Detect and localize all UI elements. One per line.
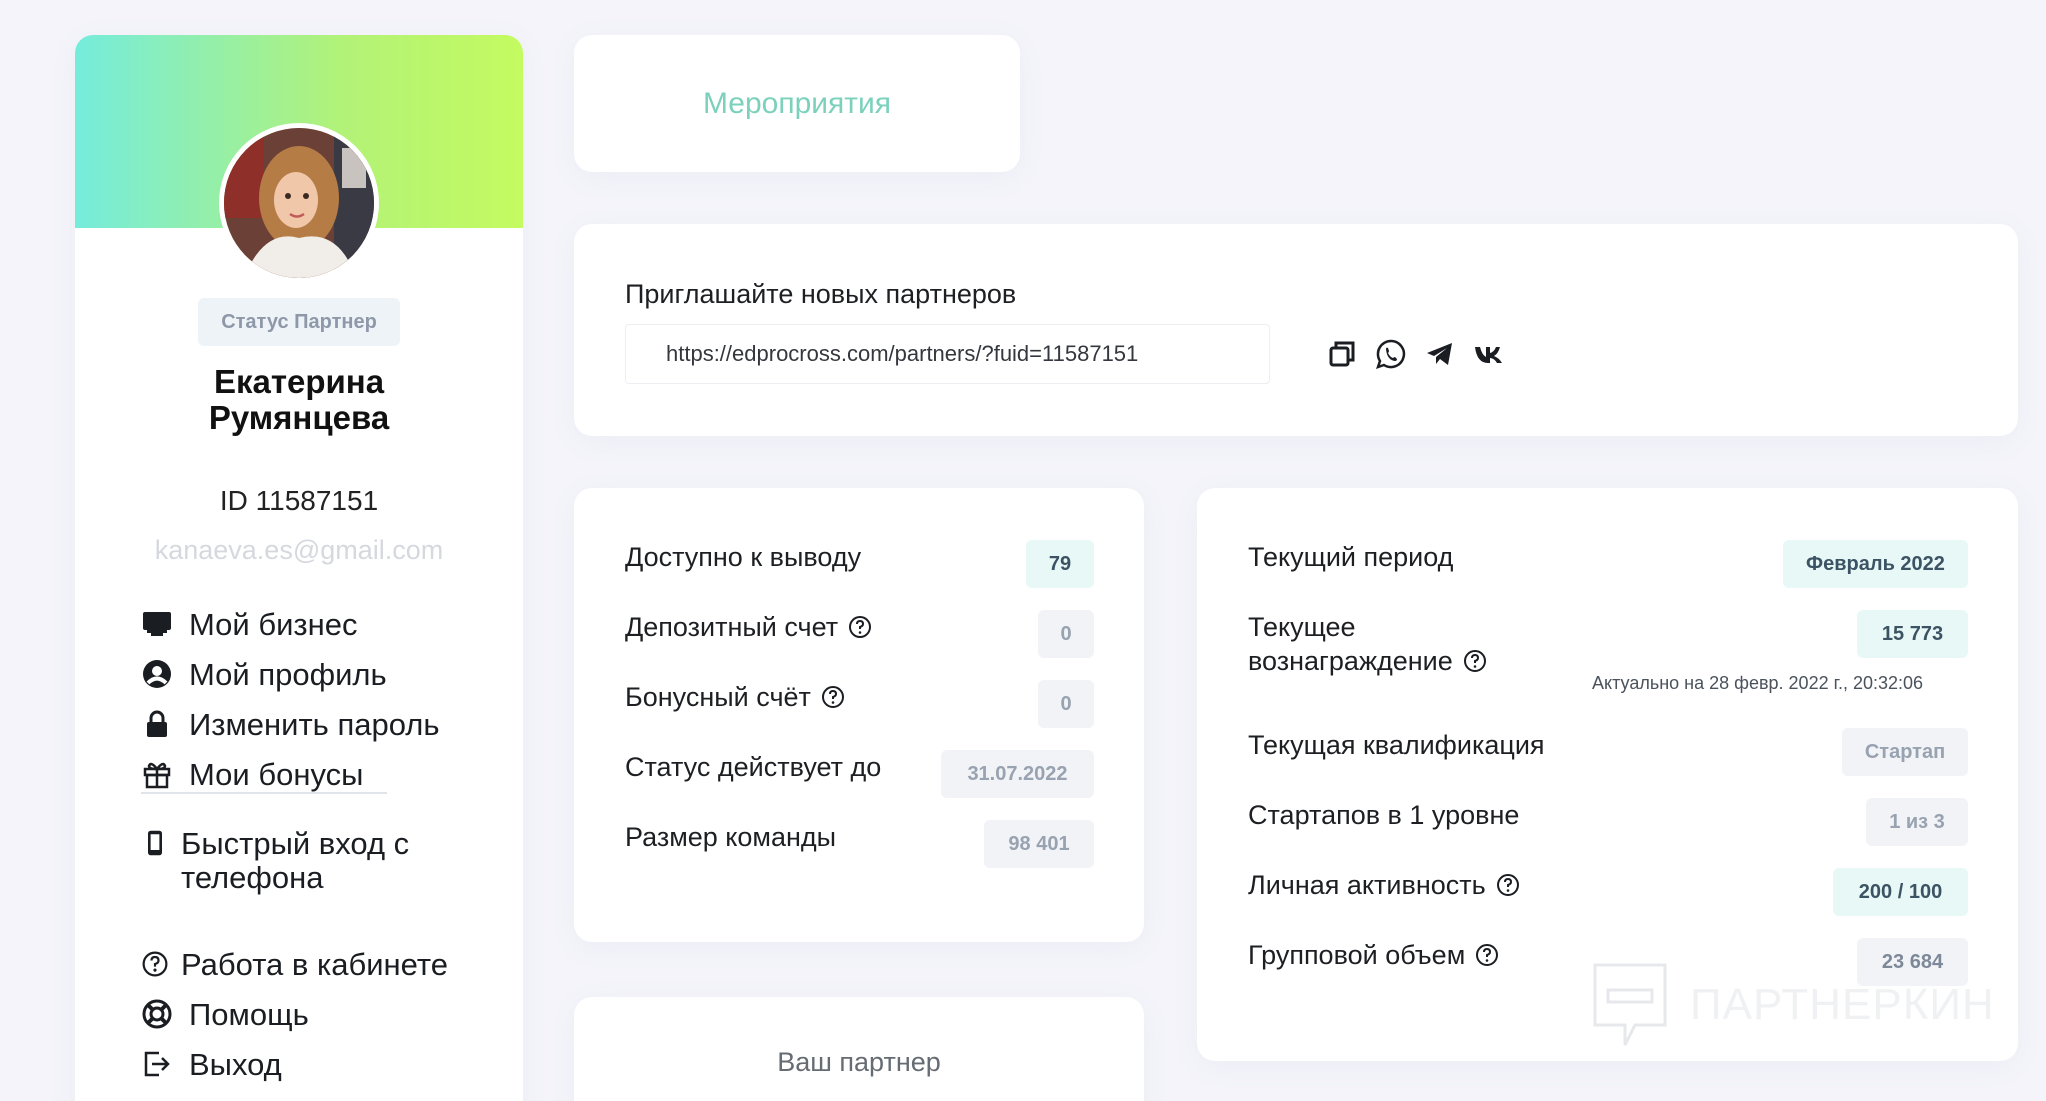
avatar-photo xyxy=(224,128,374,278)
telegram-icon[interactable] xyxy=(1424,338,1456,370)
team-size-label: Размер команды xyxy=(625,820,836,854)
invite-title: Приглашайте новых партнеров xyxy=(625,279,1017,309)
events-link[interactable]: Мероприятия xyxy=(574,35,1020,172)
startups-label: Стартапов в 1 уровне xyxy=(1248,798,1519,832)
available-value: 79 xyxy=(1026,540,1094,588)
menu-item-label: Мой бизнес xyxy=(189,607,358,642)
menu-item-change-password[interactable]: Изменить пароль xyxy=(141,708,440,742)
available-label: Доступно к выводу xyxy=(625,540,861,574)
qualification-value: Стартап xyxy=(1842,728,1968,776)
qualification-label: Текущая квалификация xyxy=(1248,728,1545,762)
reward-label-line2-wrap: вознаграждение xyxy=(1248,644,1487,678)
menu-item-logout[interactable]: Выход xyxy=(141,1048,282,1082)
user-id: ID 11587151 xyxy=(219,485,379,516)
user-name: Екатерина Румянцева xyxy=(75,364,523,436)
menu-item-my-business[interactable]: Мой бизнес xyxy=(141,608,358,642)
user-email: kanaeva.es@gmail.com xyxy=(154,535,444,565)
team-size-value: 98 401 xyxy=(984,820,1094,868)
events-card[interactable]: Мероприятия xyxy=(574,35,1020,172)
vk-icon[interactable] xyxy=(1473,338,1505,370)
balance-card: Доступно к выводу 79 Депозитный счет 0 Б… xyxy=(574,488,1144,942)
lifebuoy-icon xyxy=(141,998,173,1030)
activity-label-text: Личная активность xyxy=(1248,870,1486,900)
startups-label-text: Стартапов в 1 уровне xyxy=(1248,800,1520,830)
menu-divider xyxy=(141,792,387,794)
menu-item-my-profile[interactable]: Мой профиль xyxy=(141,658,387,692)
reward-value: 15 773 xyxy=(1857,610,1968,658)
menu-item-my-bonuses[interactable]: Мои бонусы xyxy=(141,758,363,792)
reward-label: Текущее вознаграждение xyxy=(1248,610,1487,678)
status-until-label-text: Статус действует до xyxy=(625,752,882,782)
referral-link-field[interactable] xyxy=(625,324,1270,384)
partner-label: Ваш партнер xyxy=(777,1047,941,1077)
reward-label-line1: Текущее xyxy=(1248,612,1356,642)
bonus-label-text: Бонусный счёт xyxy=(625,682,811,712)
help-icon[interactable] xyxy=(1496,873,1520,897)
watermark-text: ПАРТНЕРКИН xyxy=(1690,980,1995,1029)
startups-value: 1 из 3 xyxy=(1866,798,1968,846)
help-icon[interactable] xyxy=(821,685,845,709)
watermark: ПАРТНЕРКИН xyxy=(1590,960,2000,1050)
deposit-label: Депозитный счет xyxy=(625,610,872,644)
help-icon[interactable] xyxy=(1475,943,1499,967)
current-period-value: Февраль 2022 xyxy=(1783,540,1968,588)
current-period-label: Текущий период xyxy=(1248,540,1453,574)
menu-item-label: Быстрый вход с телефона xyxy=(181,826,410,895)
partner-card: Ваш партнер xyxy=(574,997,1144,1101)
lock-icon xyxy=(141,708,173,740)
whatsapp-icon[interactable] xyxy=(1375,338,1407,370)
menu-item-cabinet-help[interactable]: Работа в кабинете xyxy=(141,948,448,982)
phone-icon xyxy=(141,827,169,859)
invite-card: Приглашайте новых партнеров xyxy=(574,224,2018,436)
menu-item-label: Выход xyxy=(189,1047,282,1082)
menu-item-label: Работа в кабинете xyxy=(181,947,448,982)
avatar[interactable] xyxy=(219,123,379,283)
question-circle-icon xyxy=(141,948,169,980)
copy-icon[interactable] xyxy=(1326,338,1358,370)
profile-sidebar: Статус Партнер Екатерина Румянцева ID 11… xyxy=(75,35,523,1101)
qualification-label-text: Текущая квалификация xyxy=(1248,730,1545,760)
menu-item-label: Помощь xyxy=(189,997,309,1032)
activity-value: 200 / 100 xyxy=(1833,868,1968,916)
deposit-label-text: Депозитный счет xyxy=(625,612,839,642)
deposit-value: 0 xyxy=(1038,610,1094,658)
status-until-label: Статус действует до xyxy=(625,750,881,784)
user-name-text: Екатерина Румянцева xyxy=(208,363,390,436)
menu-item-phone-login[interactable]: Быстрый вход с телефона xyxy=(141,827,471,895)
menu-item-label: Изменить пароль xyxy=(189,707,440,742)
team-size-label-text: Размер команды xyxy=(625,822,837,852)
menu-item-support[interactable]: Помощь xyxy=(141,998,309,1032)
monitor-icon xyxy=(141,608,173,640)
status-badge: Статус Партнер xyxy=(198,298,400,346)
logout-icon xyxy=(141,1048,173,1080)
bonus-label: Бонусный счёт xyxy=(625,680,845,714)
menu-item-label: Мои бонусы xyxy=(189,757,364,792)
activity-label: Личная активность xyxy=(1248,868,1520,902)
available-label-text: Доступно к выводу xyxy=(625,542,862,572)
help-icon[interactable] xyxy=(1463,649,1487,673)
status-until-value: 31.07.2022 xyxy=(941,750,1094,798)
reward-label-line2: вознаграждение xyxy=(1248,646,1453,676)
bonus-value: 0 xyxy=(1038,680,1094,728)
help-icon[interactable] xyxy=(848,615,872,639)
updated-note: Актуально на 28 февр. 2022 г., 20:32:06 xyxy=(1592,673,1924,693)
user-circle-icon xyxy=(141,658,173,690)
watermark-logo-icon xyxy=(1593,963,1667,1046)
group-volume-label: Групповой объем xyxy=(1248,938,1499,972)
current-period-label-text: Текущий период xyxy=(1248,542,1454,572)
group-volume-label-text: Групповой объем xyxy=(1248,940,1466,970)
menu-item-label: Мой профиль xyxy=(189,657,387,692)
gift-icon xyxy=(141,758,173,790)
